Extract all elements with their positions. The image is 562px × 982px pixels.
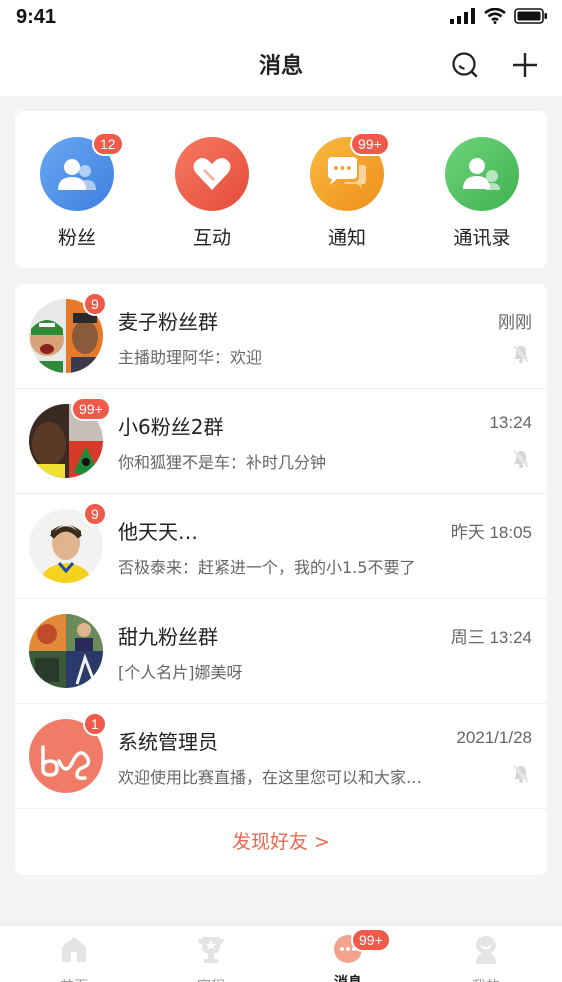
tab-messages[interactable]: 99+ 消息 xyxy=(308,928,391,982)
mute-bell-icon xyxy=(513,450,529,468)
conversation-time: 2021/1/28 xyxy=(456,728,532,747)
notification-badge: 99+ xyxy=(350,132,390,156)
quick-action-label: 通讯录 xyxy=(453,227,511,249)
fans-icon-circle: 12 xyxy=(40,132,124,211)
quick-action-fans[interactable]: 12 粉丝 xyxy=(27,132,127,250)
add-button[interactable] xyxy=(508,48,542,82)
conversation-preview: 主播助理阿华：欢迎 xyxy=(118,348,263,367)
conversation-preview: 欢迎使用比赛直播，在这里您可以和大家… xyxy=(118,768,423,787)
contacts-icon xyxy=(463,158,500,190)
cellular-signal-icon xyxy=(450,8,475,24)
quick-action-interaction[interactable]: 互动 xyxy=(162,137,262,250)
mute-bell-icon xyxy=(513,765,529,783)
status-time: 9:41 xyxy=(16,6,57,28)
search-button[interactable] xyxy=(448,48,482,82)
group-avatar xyxy=(29,614,103,688)
tab-label: 消息 xyxy=(308,972,388,982)
conversation-preview: 你和狐狸不是车：补时几分钟 xyxy=(118,453,327,472)
conversation-name: 甜九粉丝群 xyxy=(118,625,218,649)
heart-icon-circle xyxy=(175,137,249,211)
header: 消息 xyxy=(0,36,562,96)
tab-label: 我的 xyxy=(446,976,526,982)
contacts-icon-circle xyxy=(445,137,519,211)
bottom-tab-bar: 首页 赛程 99+ 消息 我的 xyxy=(0,925,562,982)
tab-label: 首页 xyxy=(34,976,114,982)
wifi-icon xyxy=(484,8,506,24)
tab-label: 赛程 xyxy=(171,976,251,982)
unread-badge: 1 xyxy=(83,712,107,736)
battery-icon xyxy=(514,8,547,24)
quick-action-label: 粉丝 xyxy=(57,227,96,249)
heart-icon xyxy=(193,158,231,190)
mute-bell-icon xyxy=(513,345,529,363)
unread-badge: 99+ xyxy=(71,397,111,421)
conversation-row[interactable]: 9 麦子粉丝群 刚刚 主播助理阿华：欢迎 xyxy=(15,284,547,389)
quick-action-label: 互动 xyxy=(192,227,231,249)
conversation-preview: [个人名片]娜美呀 xyxy=(118,663,243,682)
tab-home[interactable]: 首页 xyxy=(34,934,114,982)
unread-badge: 9 xyxy=(83,292,107,316)
conversation-name: 麦子粉丝群 xyxy=(118,310,218,334)
status-bar: 9:41 xyxy=(0,0,562,36)
chat-bubble-icon xyxy=(328,157,366,188)
message-tab-icon: 99+ xyxy=(333,928,391,964)
status-icons xyxy=(450,8,548,24)
profile-icon xyxy=(476,936,496,964)
conversation-name: 系统管理员 xyxy=(118,730,218,754)
quick-action-label: 通知 xyxy=(327,227,366,249)
tab-schedule[interactable]: 赛程 xyxy=(171,934,251,982)
conversation-name: 小6粉丝2群 xyxy=(118,415,224,439)
quick-action-notification[interactable]: 99+ 通知 xyxy=(297,132,397,250)
conversation-time: 周三 13:24 xyxy=(450,628,532,647)
quick-actions-card: 12 粉丝 互动 99+ 通知 通讯录 xyxy=(15,111,547,268)
unread-badge: 9 xyxy=(83,502,107,526)
conversation-name: 他天天… xyxy=(118,520,198,544)
conversation-row[interactable]: 9 他天天… 昨天 18:05 否极泰来：赶紧进一个，我的小1.5不要了 xyxy=(15,494,547,599)
conversation-time: 昨天 18:05 xyxy=(450,523,532,542)
conversation-list: 9 麦子粉丝群 刚刚 主播助理阿华：欢迎 99+ 小6粉丝2群 13:24 你和… xyxy=(15,284,547,875)
tab-profile[interactable]: 我的 xyxy=(446,934,526,982)
fans-badge: 12 xyxy=(92,132,124,156)
discover-friends-link[interactable]: 发现好友 > xyxy=(15,809,547,875)
conversation-row[interactable]: 1 系统管理员 2021/1/28 欢迎使用比赛直播，在这里您可以和大家… xyxy=(15,704,547,809)
home-icon xyxy=(62,937,86,962)
plus-icon xyxy=(513,53,537,77)
conversation-time: 刚刚 xyxy=(498,313,532,332)
chat-bubble-icon-circle: 99+ xyxy=(310,132,390,211)
search-icon xyxy=(452,52,478,78)
trophy-icon xyxy=(198,937,224,963)
fans-icon xyxy=(58,159,96,190)
messages-tab-badge: 99+ xyxy=(351,928,391,952)
conversation-preview: 否极泰来：赶紧进一个，我的小1.5不要了 xyxy=(118,558,416,577)
conversation-row[interactable]: 甜九粉丝群 周三 13:24 [个人名片]娜美呀 xyxy=(15,599,547,704)
conversation-row[interactable]: 99+ 小6粉丝2群 13:24 你和狐狸不是车：补时几分钟 xyxy=(15,389,547,494)
quick-action-contacts[interactable]: 通讯录 xyxy=(432,137,532,250)
conversation-time: 13:24 xyxy=(489,413,532,432)
